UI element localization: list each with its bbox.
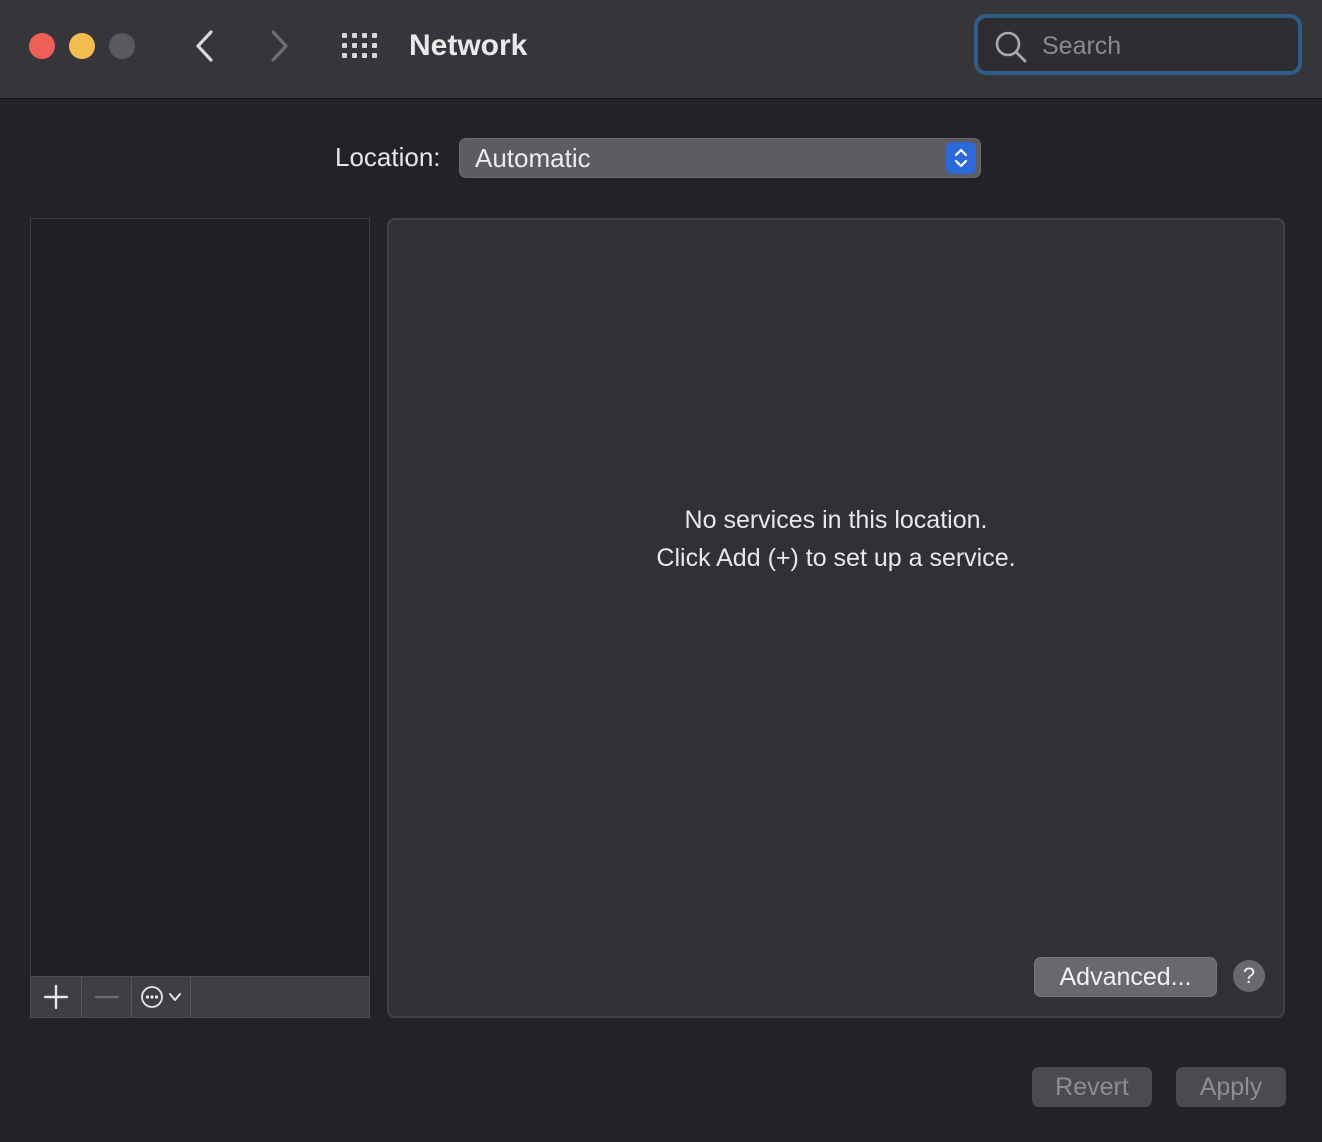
show-all-button[interactable] [340,30,380,62]
chevron-left-icon [196,30,213,62]
service-list-toolbar [30,976,370,1018]
remove-service-button [82,977,132,1017]
grid-icon [342,33,377,58]
back-button[interactable] [185,26,225,66]
ellipsis-circle-icon [141,986,163,1008]
add-service-button[interactable] [31,977,82,1017]
apply-button: Apply [1176,1067,1286,1107]
search-input[interactable] [1040,26,1294,66]
search-icon [995,31,1027,63]
close-window-button[interactable] [29,33,55,59]
zoom-window-button [109,33,135,59]
location-selected-value: Automatic [475,143,591,173]
popup-arrows-icon [946,142,976,174]
help-button[interactable]: ? [1233,960,1265,992]
window-title: Network [409,29,528,62]
service-list[interactable] [30,218,370,1018]
window-titlebar: Network [0,0,1322,99]
search-field[interactable] [974,14,1302,75]
service-detail-panel: No services in this location. Click Add … [387,218,1285,1018]
chevron-right-icon [271,30,288,62]
advanced-button[interactable]: Advanced... [1034,957,1217,997]
revert-button: Revert [1032,1067,1152,1107]
forward-button[interactable] [259,26,299,66]
plus-icon [43,984,69,1010]
location-label: Location: [335,142,441,172]
location-popup-button[interactable]: Automatic [459,138,981,178]
empty-state-line-2: Click Add (+) to set up a service. [656,544,1016,572]
chevron-down-icon [169,993,181,1001]
action-menu-button[interactable] [132,977,191,1017]
minus-icon [94,995,119,999]
empty-state-line-1: No services in this location. [684,506,988,534]
empty-state-message: No services in this location. Click Add … [389,501,1283,577]
minimize-window-button[interactable] [69,33,95,59]
